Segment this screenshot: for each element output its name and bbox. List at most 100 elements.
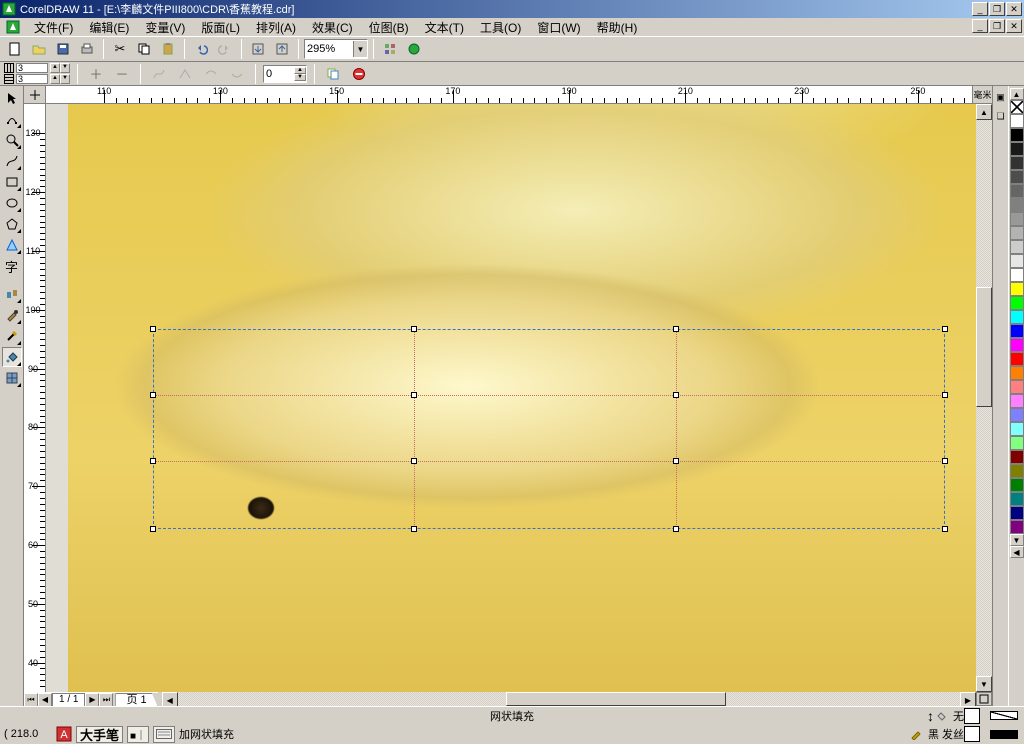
menu-window[interactable]: 窗口(W) <box>529 18 588 37</box>
ime-mode-1[interactable]: ■｜ <box>127 726 149 743</box>
vscroll-thumb[interactable] <box>976 287 992 407</box>
menu-bitmap[interactable]: 位图(B) <box>361 18 417 37</box>
color-swatch[interactable] <box>1010 324 1024 338</box>
paste-button[interactable] <box>157 38 179 60</box>
curve-smooth-icon[interactable] <box>200 63 222 85</box>
scroll-down-button[interactable]: ▼ <box>976 676 992 692</box>
export-button[interactable] <box>271 38 293 60</box>
zoom-dropdown[interactable]: ▼ <box>353 41 367 57</box>
ruler-vertical[interactable]: 130120110100908070605040 <box>24 104 46 692</box>
blend-tool[interactable] <box>2 284 22 304</box>
doc-icon[interactable] <box>6 20 20 34</box>
color-swatch[interactable] <box>1010 520 1024 534</box>
close-button[interactable]: ✕ <box>1006 2 1022 16</box>
undo-button[interactable] <box>190 38 212 60</box>
redo-button[interactable] <box>214 38 236 60</box>
color-swatch[interactable] <box>1010 282 1024 296</box>
color-swatch[interactable] <box>1010 268 1024 282</box>
no-fill-swatch[interactable] <box>1010 100 1024 114</box>
color-swatch[interactable] <box>1010 394 1024 408</box>
page-prev-button[interactable]: ◀ <box>38 693 52 707</box>
new-button[interactable] <box>4 38 26 60</box>
color-swatch[interactable] <box>1010 464 1024 478</box>
eyedropper-tool[interactable] <box>2 305 22 325</box>
menu-layout[interactable]: 版面(L) <box>193 18 248 37</box>
grid-cols-stepper[interactable]: ▲▼ <box>50 63 70 73</box>
zoom-tool[interactable] <box>2 130 22 150</box>
page-tab[interactable]: 页 1 <box>115 693 157 707</box>
color-swatch[interactable] <box>1010 142 1024 156</box>
copy-button[interactable] <box>133 38 155 60</box>
horizontal-scrollbar[interactable]: ◀ ▶ <box>162 692 976 706</box>
print-button[interactable] <box>76 38 98 60</box>
color-swatch[interactable] <box>1010 226 1024 240</box>
curve-cusp-icon[interactable] <box>174 63 196 85</box>
color-swatch[interactable] <box>1010 436 1024 450</box>
canvas[interactable] <box>46 104 976 692</box>
color-swatch[interactable] <box>1010 492 1024 506</box>
color-swatch[interactable] <box>1010 296 1024 310</box>
polygon-tool[interactable] <box>2 214 22 234</box>
clear-mesh-icon[interactable] <box>348 63 370 85</box>
grid-rows-spinner[interactable] <box>16 74 48 84</box>
page-first-button[interactable]: ⏮ <box>24 693 38 707</box>
color-swatch[interactable] <box>1010 240 1024 254</box>
add-node-icon[interactable]: ＋ <box>85 63 107 85</box>
basic-shapes-tool[interactable] <box>2 235 22 255</box>
open-button[interactable] <box>28 38 50 60</box>
menu-text[interactable]: 文本(T) <box>417 18 472 37</box>
color-swatch[interactable] <box>1010 128 1024 142</box>
fill-tool[interactable] <box>2 347 22 367</box>
color-swatch[interactable] <box>1010 212 1024 226</box>
docker-toggle-2[interactable]: ❏ <box>994 107 1008 125</box>
vertical-scrollbar[interactable]: ▲ ▼ <box>976 104 992 692</box>
curve-line-icon[interactable] <box>148 63 170 85</box>
grid-cols-spinner[interactable] <box>16 63 48 73</box>
ime-brand[interactable]: 大手笔 <box>76 726 123 743</box>
doc-restore-button[interactable]: ❐ <box>989 19 1005 33</box>
menu-arrange[interactable]: 排列(A) <box>248 18 304 37</box>
color-swatch[interactable] <box>1010 380 1024 394</box>
color-swatch[interactable] <box>1010 310 1024 324</box>
text-tool[interactable]: 字 <box>2 256 22 276</box>
color-swatch[interactable] <box>1010 184 1024 198</box>
corel-online-button[interactable] <box>403 38 425 60</box>
ruler-horizontal[interactable]: 110130150170190210230250 <box>46 86 976 104</box>
cut-button[interactable]: ✂ <box>109 38 131 60</box>
page-last-button[interactable]: ⏭ <box>99 693 113 707</box>
mesh-fill-tool[interactable] <box>2 368 22 388</box>
color-swatch[interactable] <box>1010 478 1024 492</box>
menu-edit[interactable]: 编辑(E) <box>81 18 137 37</box>
copy-mesh-icon[interactable] <box>322 63 344 85</box>
pick-tool[interactable] <box>2 88 22 108</box>
color-swatch[interactable] <box>1010 506 1024 520</box>
grid-rows-stepper[interactable]: ▲▼ <box>50 74 70 84</box>
menu-view[interactable]: 变量(V) <box>137 18 193 37</box>
menu-help[interactable]: 帮助(H) <box>589 18 646 37</box>
outline-tool[interactable] <box>2 326 22 346</box>
ime-icon[interactable]: A <box>56 726 72 742</box>
page-next-button[interactable]: ▶ <box>85 693 99 707</box>
ruler-origin[interactable] <box>24 86 46 104</box>
color-swatch[interactable] <box>1010 366 1024 380</box>
scroll-up-button[interactable]: ▲ <box>976 104 992 120</box>
shape-tool[interactable] <box>2 109 22 129</box>
rectangle-tool[interactable] <box>2 172 22 192</box>
ime-keyboard-icon[interactable] <box>153 726 175 743</box>
color-swatch[interactable] <box>1010 408 1024 422</box>
docker-toggle-1[interactable]: ▣ <box>994 88 1008 106</box>
smoothing-spinner[interactable]: ▲▼ <box>263 65 307 83</box>
freehand-tool[interactable] <box>2 151 22 171</box>
color-swatch[interactable] <box>1010 422 1024 436</box>
color-swatch[interactable] <box>1010 352 1024 366</box>
color-swatch[interactable] <box>1010 450 1024 464</box>
palette-up-button[interactable]: ▲ <box>1010 88 1024 100</box>
color-swatch[interactable] <box>1010 114 1024 128</box>
color-swatch[interactable] <box>1010 338 1024 352</box>
color-swatch[interactable] <box>1010 254 1024 268</box>
app-launcher-button[interactable] <box>379 38 401 60</box>
color-swatch[interactable] <box>1010 170 1024 184</box>
minimize-button[interactable]: _ <box>972 2 988 16</box>
curve-sym-icon[interactable] <box>226 63 248 85</box>
color-swatch[interactable] <box>1010 198 1024 212</box>
